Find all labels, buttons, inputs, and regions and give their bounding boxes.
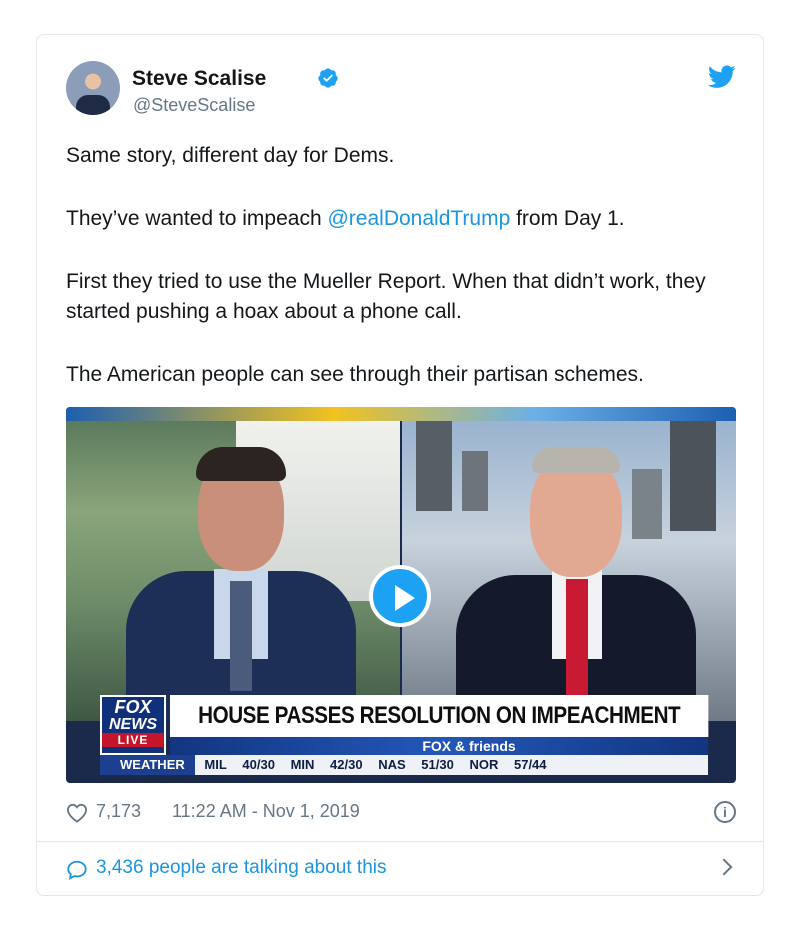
mention-link[interactable]: @realDonaldTrump	[327, 207, 510, 230]
show-name-bar: FOX & friends	[170, 737, 708, 755]
left-anchor-tie	[230, 581, 252, 691]
tweet-card[interactable]: Steve Scalise @SteveScalise Same story, …	[36, 34, 764, 896]
left-anchor	[106, 441, 366, 721]
info-icon[interactable]: i	[714, 801, 736, 823]
ticker-item: MIN	[290, 757, 315, 772]
talking-count[interactable]: 3,436 people are talking about this	[96, 857, 387, 879]
video-top-strip	[66, 407, 736, 421]
tweet-text-segment: They’ve wanted to impeach	[66, 207, 328, 230]
right-guest	[442, 435, 702, 721]
tweet-header: Steve Scalise @SteveScalise	[66, 59, 736, 119]
tweet-text-segment: from Day 1.	[510, 207, 625, 230]
speech-bubble-icon	[67, 860, 87, 880]
like-count[interactable]: 7,173	[96, 801, 141, 822]
play-icon[interactable]	[369, 565, 431, 627]
heart-icon[interactable]	[66, 803, 88, 823]
ticker-item: 57/44	[513, 757, 547, 772]
chevron-right-icon[interactable]	[715, 858, 733, 876]
tweet-meta: 7,173 11:22 AM - Nov 1, 2019 i	[66, 797, 736, 829]
logo-line-2: NEWS	[109, 716, 157, 733]
chyron: FOX NEWS LIVE HOUSE PASSES RESOLUTION ON…	[66, 683, 736, 783]
ticker-item: 40/30	[242, 757, 275, 772]
right-guest-tie	[566, 579, 588, 699]
logo-line-1: FOX	[114, 697, 152, 717]
fox-news-logo: FOX NEWS LIVE	[100, 695, 166, 755]
chyron-headline: HOUSE PASSES RESOLUTION ON IMPEACHMENT R…	[170, 695, 709, 771]
tweet-paragraph: The American people can see through thei…	[66, 363, 644, 386]
author-avatar[interactable]	[66, 61, 120, 115]
conversation-link[interactable]: 3,436 people are talking about this	[66, 855, 736, 885]
divider	[37, 841, 763, 842]
author-name[interactable]: Steve Scalise	[132, 67, 266, 91]
video-right-panel	[402, 421, 736, 721]
left-anchor-hair	[196, 447, 286, 481]
video-left-panel	[66, 421, 400, 721]
tweet-paragraph: First they tried to use the Mueller Repo…	[66, 270, 706, 323]
verified-badge-icon	[318, 68, 338, 88]
author-handle[interactable]: @SteveScalise	[133, 95, 255, 116]
ticker-item: MIL	[204, 757, 227, 772]
tweet-text: Same story, different day for Dems. They…	[66, 141, 736, 423]
video-player[interactable]: FOX NEWS LIVE HOUSE PASSES RESOLUTION ON…	[66, 407, 736, 783]
tweet-paragraph: They’ve wanted to impeach @realDonaldTru…	[66, 204, 736, 234]
right-guest-hair	[532, 447, 620, 473]
ticker-item: 51/30	[421, 757, 454, 772]
weather-ticker: WEATHER MIL 40/30 MIN 42/30 NAS 51/30 NO…	[100, 755, 708, 775]
ticker-item: 42/30	[330, 757, 363, 772]
ticker-item: NAS	[378, 757, 406, 772]
show-name: FOX & friends	[422, 738, 516, 754]
ticker-label: WEATHER	[100, 755, 195, 775]
twitter-bird-icon[interactable]	[708, 65, 736, 89]
tweet-timestamp[interactable]: 11:22 AM - Nov 1, 2019	[172, 801, 360, 822]
tweet-paragraph: Same story, different day for Dems.	[66, 144, 395, 167]
logo-line-3: LIVE	[102, 733, 164, 747]
ticker-item: NOR	[469, 757, 499, 772]
